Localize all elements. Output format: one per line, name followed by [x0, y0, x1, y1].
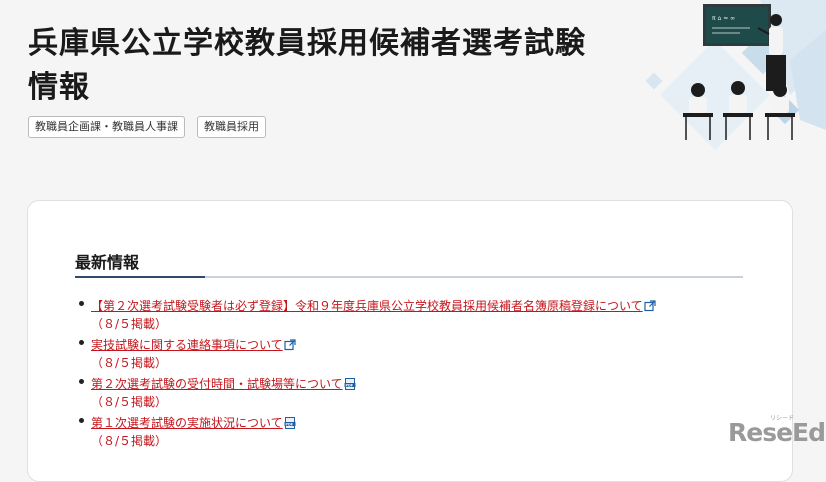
news-date: （８/５掲載） [91, 317, 168, 331]
pdf-icon: PDF [344, 378, 356, 390]
tag-list: 教職員企画課・教職員人事課 教職員採用 [28, 116, 266, 138]
news-link-text: 第１次選考試験の実施状況について [91, 416, 283, 430]
bullet [79, 340, 84, 345]
news-item: 【第２次選考試験受験者は必ず登録】令和９年度兵庫県公立学校教員採用候補者名簿原稿… [75, 295, 765, 334]
external-link-icon [644, 300, 656, 312]
page-title: 兵庫県公立学校教員採用候補者選考試験情報 [28, 26, 586, 105]
news-item: 第２次選考試験の受付時間・試験場等について PDF （８/５掲載） [75, 373, 765, 412]
section-divider [75, 276, 743, 278]
section-title: 最新情報 [75, 253, 140, 272]
watermark-logo: ReseEd [728, 418, 826, 447]
classroom-illustration: π ⌂ ≈ ∞ [645, 0, 826, 150]
news-date: （８/５掲載） [91, 356, 168, 370]
external-link-icon [284, 339, 296, 351]
news-item: 第１次選考試験の実施状況について PDF （８/５掲載） [75, 412, 765, 451]
news-date: （８/５掲載） [91, 434, 168, 448]
bullet [79, 418, 84, 423]
news-list: 【第２次選考試験受験者は必ず登録】令和９年度兵庫県公立学校教員採用候補者名簿原稿… [75, 295, 765, 451]
tag-department[interactable]: 教職員企画課・教職員人事課 [28, 116, 185, 138]
svg-text:π ⌂ ≈ ∞: π ⌂ ≈ ∞ [712, 15, 735, 22]
news-link[interactable]: 実技試験に関する連絡事項について [91, 338, 296, 352]
pdf-icon: PDF [284, 417, 296, 429]
news-link-text: 実技試験に関する連絡事項について [91, 338, 283, 352]
news-link-text: 第２次選考試験の受付時間・試験場等について [91, 377, 343, 391]
bullet [79, 379, 84, 384]
bullet [79, 301, 84, 306]
news-link[interactable]: 第２次選考試験の受付時間・試験場等について PDF [91, 377, 356, 391]
news-item: 実技試験に関する連絡事項について （８/５掲載） [75, 334, 765, 373]
svg-text:PDF: PDF [285, 422, 293, 426]
latest-info-card: 最新情報 【第２次選考試験受験者は必ず登録】令和９年度兵庫県公立学校教員採用候補… [27, 200, 793, 482]
news-date: （８/５掲載） [91, 395, 168, 409]
news-link-text: 【第２次選考試験受験者は必ず登録】令和９年度兵庫県公立学校教員採用候補者名簿原稿… [91, 299, 643, 313]
news-link[interactable]: 第１次選考試験の実施状況について PDF [91, 416, 296, 430]
news-link[interactable]: 【第２次選考試験受験者は必ず登録】令和９年度兵庫県公立学校教員採用候補者名簿原稿… [91, 299, 656, 313]
svg-text:PDF: PDF [345, 383, 353, 387]
tag-category[interactable]: 教職員採用 [197, 116, 266, 138]
